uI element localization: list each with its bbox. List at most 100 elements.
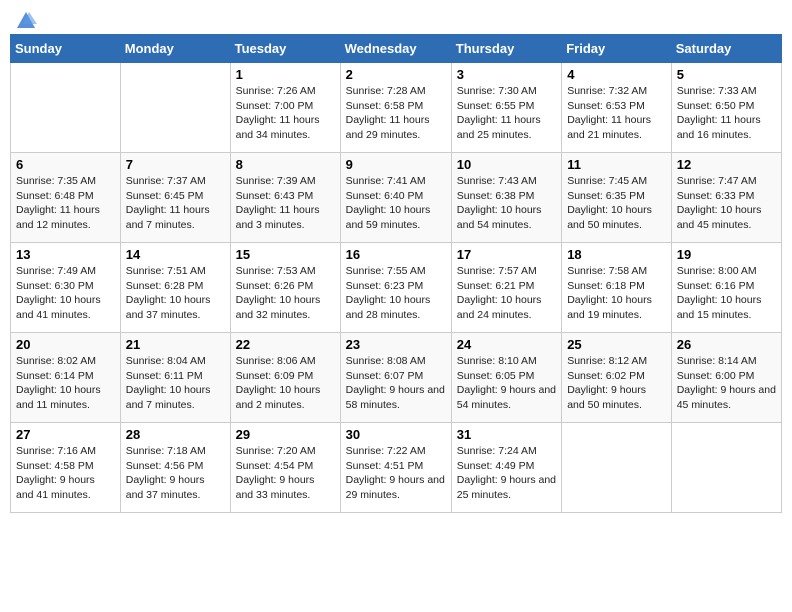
day-cell: 3 Sunrise: 7:30 AM Sunset: 6:55 PM Daylig…	[451, 63, 561, 153]
day-cell: 29 Sunrise: 7:20 AM Sunset: 4:54 PM Dayli…	[230, 423, 340, 513]
day-number: 19	[677, 247, 776, 262]
page-header	[10, 10, 782, 26]
day-info: Sunrise: 7:35 AM Sunset: 6:48 PM Dayligh…	[16, 174, 115, 233]
day-cell: 14Sunrise: 7:51 AM Sunset: 6:28 PM Dayli…	[120, 243, 230, 333]
header-wednesday: Wednesday	[340, 35, 451, 63]
day-cell: 21 Sunrise: 8:04 AM Sunset: 6:11 PM Dayli…	[120, 333, 230, 423]
day-number: 17	[457, 247, 556, 262]
day-number: 20	[16, 337, 115, 352]
day-number: 31	[457, 427, 556, 442]
day-info: Sunrise: 7:24 AM Sunset: 4:49 PM Dayligh…	[457, 444, 556, 503]
day-info: Sunrise: 7:28 AM Sunset: 6:58 PM Dayligh…	[346, 84, 446, 143]
day-number: 18	[567, 247, 666, 262]
day-number: 15	[236, 247, 335, 262]
day-cell: 18 Sunrise: 7:58 AM Sunset: 6:18 PM Dayli…	[562, 243, 672, 333]
day-info: Sunrise: 7:32 AM Sunset: 6:53 PM Dayligh…	[567, 84, 666, 143]
week-row-3: 13 Sunrise: 7:49 AM Sunset: 6:30 PM Dayli…	[11, 243, 782, 333]
day-info: Sunrise: 8:12 AM Sunset: 6:02 PM Dayligh…	[567, 354, 666, 413]
day-cell: 11 Sunrise: 7:45 AM Sunset: 6:35 PM Dayli…	[562, 153, 672, 243]
day-cell: 23 Sunrise: 8:08 AM Sunset: 6:07 PM Dayli…	[340, 333, 451, 423]
header-thursday: Thursday	[451, 35, 561, 63]
header-friday: Friday	[562, 35, 672, 63]
week-row-1: 1 Sunrise: 7:26 AM Sunset: 7:00 PM Daylig…	[11, 63, 782, 153]
day-info: Sunrise: 7:45 AM Sunset: 6:35 PM Dayligh…	[567, 174, 666, 233]
day-number: 11	[567, 157, 666, 172]
day-number: 5	[677, 67, 776, 82]
day-number: 3	[457, 67, 556, 82]
day-info: Sunrise: 7:30 AM Sunset: 6:55 PM Dayligh…	[457, 84, 556, 143]
day-info: Sunrise: 7:43 AM Sunset: 6:38 PM Dayligh…	[457, 174, 556, 233]
day-cell	[11, 63, 121, 153]
day-info: Sunrise: 7:18 AM Sunset: 4:56 PM Dayligh…	[126, 444, 225, 503]
day-info: Sunrise: 7:37 AM Sunset: 6:45 PM Dayligh…	[126, 174, 225, 233]
day-cell: 9Sunrise: 7:41 AM Sunset: 6:40 PM Daylig…	[340, 153, 451, 243]
day-cell: 16Sunrise: 7:55 AM Sunset: 6:23 PM Dayli…	[340, 243, 451, 333]
day-info: Sunrise: 7:33 AM Sunset: 6:50 PM Dayligh…	[677, 84, 776, 143]
day-cell: 13 Sunrise: 7:49 AM Sunset: 6:30 PM Dayli…	[11, 243, 121, 333]
day-cell: 25 Sunrise: 8:12 AM Sunset: 6:02 PM Dayli…	[562, 333, 672, 423]
logo-icon	[15, 10, 37, 32]
week-row-2: 6 Sunrise: 7:35 AM Sunset: 6:48 PM Daylig…	[11, 153, 782, 243]
day-cell: 22Sunrise: 8:06 AM Sunset: 6:09 PM Dayli…	[230, 333, 340, 423]
day-info: Sunrise: 7:53 AM Sunset: 6:26 PM Dayligh…	[236, 264, 335, 323]
day-number: 28	[126, 427, 225, 442]
day-info: Sunrise: 7:26 AM Sunset: 7:00 PM Dayligh…	[236, 84, 335, 143]
day-cell	[671, 423, 781, 513]
day-info: Sunrise: 8:04 AM Sunset: 6:11 PM Dayligh…	[126, 354, 225, 413]
day-cell: 26 Sunrise: 8:14 AM Sunset: 6:00 PM Dayli…	[671, 333, 781, 423]
day-info: Sunrise: 8:10 AM Sunset: 6:05 PM Dayligh…	[457, 354, 556, 413]
day-number: 16	[346, 247, 446, 262]
day-number: 25	[567, 337, 666, 352]
day-cell	[562, 423, 672, 513]
day-number: 10	[457, 157, 556, 172]
day-cell: 27 Sunrise: 7:16 AM Sunset: 4:58 PM Dayli…	[11, 423, 121, 513]
day-info: Sunrise: 7:57 AM Sunset: 6:21 PM Dayligh…	[457, 264, 556, 323]
day-info: Sunrise: 7:41 AM Sunset: 6:40 PM Dayligh…	[346, 174, 446, 233]
day-number: 24	[457, 337, 556, 352]
day-info: Sunrise: 7:20 AM Sunset: 4:54 PM Dayligh…	[236, 444, 335, 503]
day-number: 23	[346, 337, 446, 352]
header-row: SundayMondayTuesdayWednesdayThursdayFrid…	[11, 35, 782, 63]
day-number: 26	[677, 337, 776, 352]
day-number: 22	[236, 337, 335, 352]
day-cell: 10 Sunrise: 7:43 AM Sunset: 6:38 PM Dayli…	[451, 153, 561, 243]
day-info: Sunrise: 8:14 AM Sunset: 6:00 PM Dayligh…	[677, 354, 776, 413]
day-cell: 19 Sunrise: 8:00 AM Sunset: 6:16 PM Dayli…	[671, 243, 781, 333]
day-cell: 6 Sunrise: 7:35 AM Sunset: 6:48 PM Daylig…	[11, 153, 121, 243]
day-number: 21	[126, 337, 225, 352]
header-monday: Monday	[120, 35, 230, 63]
day-info: Sunrise: 7:39 AM Sunset: 6:43 PM Dayligh…	[236, 174, 335, 233]
day-info: Sunrise: 7:16 AM Sunset: 4:58 PM Dayligh…	[16, 444, 115, 503]
day-number: 13	[16, 247, 115, 262]
header-sunday: Sunday	[11, 35, 121, 63]
day-info: Sunrise: 7:51 AM Sunset: 6:28 PM Dayligh…	[126, 264, 225, 323]
day-number: 30	[346, 427, 446, 442]
week-row-5: 27 Sunrise: 7:16 AM Sunset: 4:58 PM Dayli…	[11, 423, 782, 513]
day-cell: 7Sunrise: 7:37 AM Sunset: 6:45 PM Daylig…	[120, 153, 230, 243]
day-number: 2	[346, 67, 446, 82]
day-info: Sunrise: 8:00 AM Sunset: 6:16 PM Dayligh…	[677, 264, 776, 323]
day-info: Sunrise: 7:47 AM Sunset: 6:33 PM Dayligh…	[677, 174, 776, 233]
day-info: Sunrise: 8:08 AM Sunset: 6:07 PM Dayligh…	[346, 354, 446, 413]
day-info: Sunrise: 7:49 AM Sunset: 6:30 PM Dayligh…	[16, 264, 115, 323]
day-cell: 17 Sunrise: 7:57 AM Sunset: 6:21 PM Dayli…	[451, 243, 561, 333]
header-tuesday: Tuesday	[230, 35, 340, 63]
day-number: 27	[16, 427, 115, 442]
day-cell: 24 Sunrise: 8:10 AM Sunset: 6:05 PM Dayli…	[451, 333, 561, 423]
day-cell	[120, 63, 230, 153]
day-number: 6	[16, 157, 115, 172]
day-cell: 5 Sunrise: 7:33 AM Sunset: 6:50 PM Daylig…	[671, 63, 781, 153]
day-number: 29	[236, 427, 335, 442]
day-number: 8	[236, 157, 335, 172]
day-info: Sunrise: 7:58 AM Sunset: 6:18 PM Dayligh…	[567, 264, 666, 323]
header-saturday: Saturday	[671, 35, 781, 63]
day-cell: 28 Sunrise: 7:18 AM Sunset: 4:56 PM Dayli…	[120, 423, 230, 513]
day-number: 1	[236, 67, 335, 82]
day-cell: 20 Sunrise: 8:02 AM Sunset: 6:14 PM Dayli…	[11, 333, 121, 423]
day-cell: 31 Sunrise: 7:24 AM Sunset: 4:49 PM Dayli…	[451, 423, 561, 513]
day-info: Sunrise: 8:02 AM Sunset: 6:14 PM Dayligh…	[16, 354, 115, 413]
day-number: 4	[567, 67, 666, 82]
calendar-table: SundayMondayTuesdayWednesdayThursdayFrid…	[10, 34, 782, 513]
week-row-4: 20 Sunrise: 8:02 AM Sunset: 6:14 PM Dayli…	[11, 333, 782, 423]
day-cell: 4 Sunrise: 7:32 AM Sunset: 6:53 PM Daylig…	[562, 63, 672, 153]
